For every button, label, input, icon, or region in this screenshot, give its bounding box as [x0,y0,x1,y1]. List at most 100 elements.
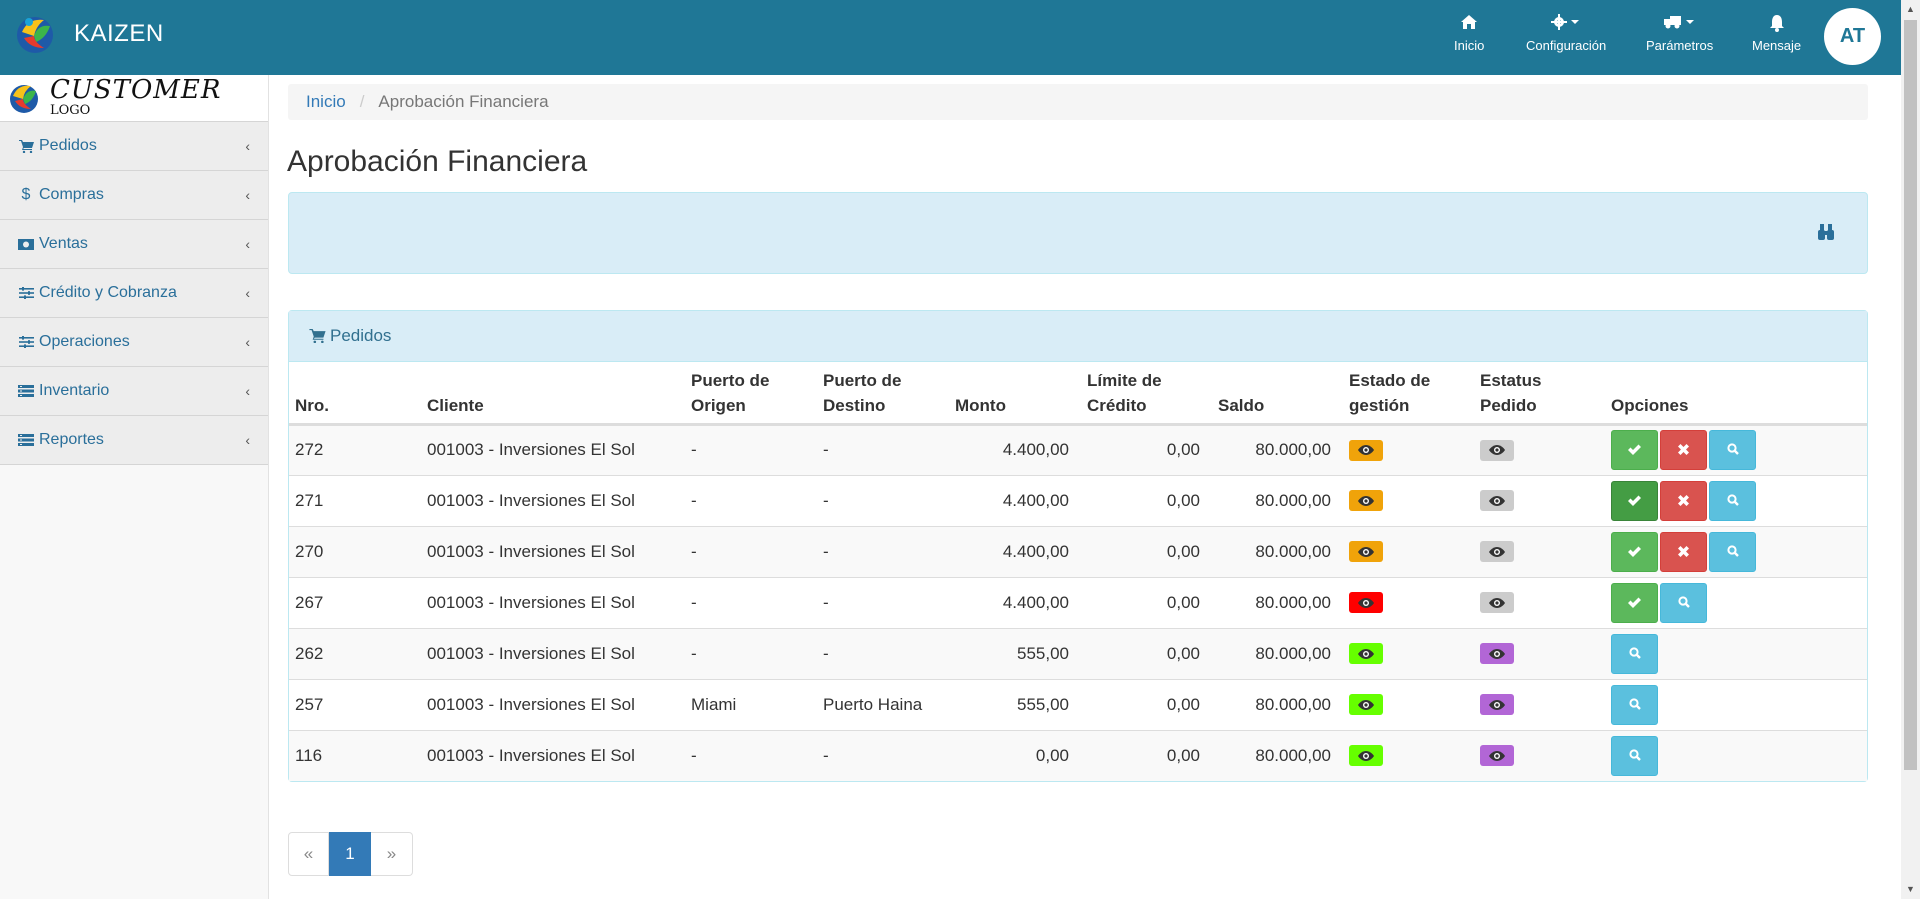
view-details-button[interactable] [1611,633,1658,674]
cell-estatus-pedido [1474,423,1605,475]
app-name: KAIZEN [74,20,164,47]
eye-icon[interactable] [1349,643,1383,664]
brand[interactable]: KAIZEN [14,12,164,56]
check-icon [1628,593,1641,613]
approve-button[interactable] [1611,430,1658,470]
nav-label-parametros: Parámetros [1646,38,1714,53]
cell-estatus-pedido [1474,525,1605,577]
eye-icon[interactable] [1480,745,1514,767]
eye-icon[interactable] [1480,694,1514,715]
panel-title: Pedidos [330,326,392,345]
sidebar-item-ventas[interactable]: Ventas ‹ [0,220,268,269]
sidebar-item-credito-cobranza[interactable]: Crédito y Cobranza ‹ [0,269,268,318]
cell-monto: 4.400,00 [949,423,1081,475]
cell-limite: 0,00 [1081,729,1212,781]
cell-limite: 0,00 [1081,627,1212,679]
cell-saldo: 80.000,00 [1212,627,1343,679]
approve-button[interactable] [1611,582,1658,623]
pagination-page-1[interactable]: 1 [329,832,371,876]
cart-icon [309,329,326,343]
sidebar-item-reportes[interactable]: Reportes ‹ [0,416,268,465]
sidebar-item-pedidos[interactable]: Pedidos ‹ [0,122,268,171]
cell-saldo: 80.000,00 [1212,729,1343,781]
cell-nro: 272 [289,423,421,475]
column-header: Puerto de Destino [817,362,949,426]
chevron-left-icon: ‹ [245,334,250,350]
filter-box [288,192,1868,274]
eye-icon[interactable] [1349,745,1383,767]
eye-icon[interactable] [1480,490,1514,511]
eye-icon[interactable] [1480,592,1514,613]
reject-button[interactable] [1660,480,1707,521]
view-details-button[interactable] [1660,582,1707,623]
panel-heading: Pedidos [289,311,1867,362]
cell-estado-gestion [1343,729,1474,781]
eye-icon[interactable] [1349,541,1383,562]
table-row: 270 001003 - Inversiones El Sol - -4.400,00… [289,525,1867,577]
user-avatar[interactable]: AT [1824,8,1881,65]
eye-icon[interactable] [1480,541,1514,562]
eye-icon[interactable] [1480,643,1514,664]
cell-estado-gestion [1343,576,1474,628]
kaizen-logo-icon [17,17,53,53]
reject-button[interactable] [1660,430,1707,470]
sidebar-item-label: Operaciones [39,333,130,350]
cell-opciones [1605,525,1867,577]
view-details-button[interactable] [1611,735,1658,776]
cell-origen: - [685,525,817,577]
nav-parametros[interactable]: Parámetros [1646,14,1713,53]
eye-icon[interactable] [1480,439,1514,461]
cell-cliente: 001003 - Inversiones El Sol [421,678,685,730]
sidebar-item-inventario[interactable]: Inventario ‹ [0,367,268,416]
view-details-button[interactable] [1709,480,1756,521]
eye-icon[interactable] [1349,694,1383,715]
eye-icon[interactable] [1349,490,1383,511]
page-scrollbar[interactable]: ▲ ▼ [1901,0,1920,899]
nav-mensaje[interactable]: Mensaje [1752,14,1801,53]
cell-opciones [1605,474,1867,526]
cell-monto: 0,00 [949,729,1081,781]
orders-table: Nro. Cliente Puerto de Origen Puerto de Des… [289,362,1867,781]
pagination-next[interactable]: » [371,832,413,876]
cell-estado-gestion [1343,627,1474,679]
cell-estado-gestion [1343,423,1474,475]
search-icon [1628,644,1641,664]
eye-icon[interactable] [1349,592,1383,613]
sliders-icon [18,336,34,348]
view-details-button[interactable] [1709,531,1756,572]
scroll-up-icon[interactable]: ▲ [1906,4,1915,14]
cell-destino: - [817,576,949,628]
view-details-button[interactable] [1611,684,1658,725]
binoculars-icon[interactable] [1817,223,1835,246]
column-header: Monto [949,362,1081,426]
column-header: Límite de Crédito [1081,362,1212,426]
pagination-prev[interactable]: « [288,832,329,876]
page-title: Aprobación Financiera [287,145,588,178]
sidebar-item-compras[interactable]: $ Compras ‹ [0,171,268,220]
cell-limite: 0,00 [1081,576,1212,628]
cell-origen: Miami [685,678,817,730]
reject-button[interactable] [1660,531,1707,572]
nav-configuracion[interactable]: Configuración [1526,14,1606,53]
sidebar-item-operaciones[interactable]: Operaciones ‹ [0,318,268,367]
cell-opciones [1605,576,1867,628]
cell-origen: - [685,627,817,679]
cell-destino: - [817,525,949,577]
breadcrumb-home-link[interactable]: Inicio [306,92,346,112]
scrollbar-thumb[interactable] [1904,20,1917,770]
search-icon [1628,746,1641,766]
scroll-down-icon[interactable]: ▼ [1906,884,1915,894]
eye-icon[interactable] [1349,439,1383,461]
search-icon [1726,491,1739,511]
cell-cliente: 001003 - Inversiones El Sol [421,525,685,577]
check-icon [1628,491,1641,511]
cell-monto: 555,00 [949,627,1081,679]
cell-monto: 4.400,00 [949,576,1081,628]
sidebar: CUSTOMER LOGO Pedidos ‹ $ Compras ‹ Vent… [0,75,269,899]
approve-button[interactable] [1611,531,1658,572]
view-details-button[interactable] [1709,430,1756,470]
approve-button[interactable] [1611,480,1658,521]
nav-inicio[interactable]: Inicio [1454,14,1484,53]
table-row: 272 001003 - Inversiones El Sol - -4.400,00… [289,423,1867,475]
cell-destino: - [817,474,949,526]
